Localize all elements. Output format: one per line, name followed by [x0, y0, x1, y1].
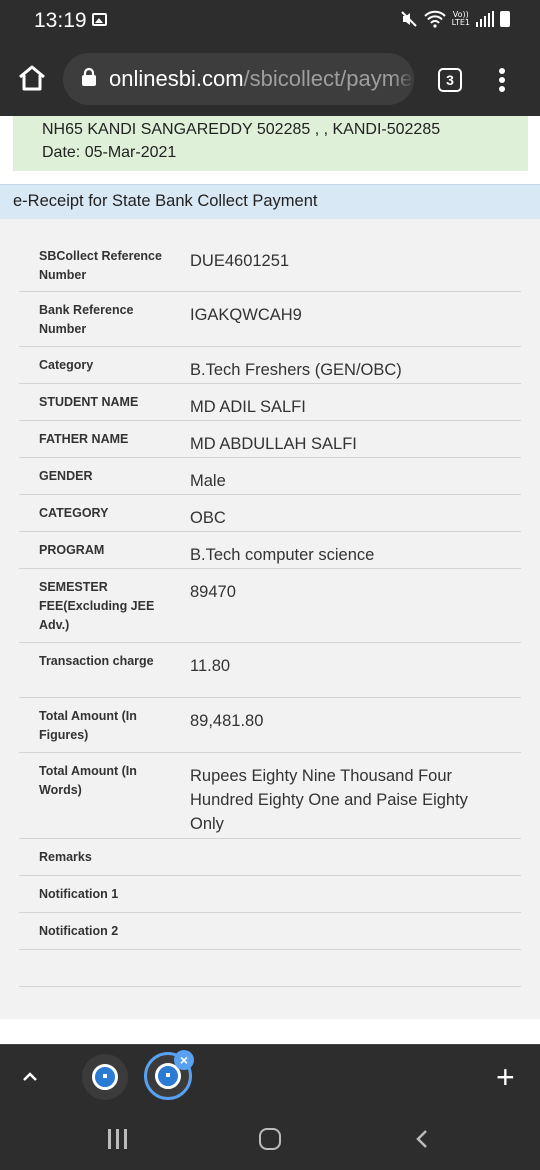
- table-row: PROGRAM B.Tech computer science: [19, 532, 521, 569]
- page-content: NH65 KANDI SANGAREDDY 502285 , , KANDI-5…: [0, 116, 540, 1044]
- row-label: PROGRAM: [39, 543, 105, 557]
- status-icons: Vo)) LTE1: [400, 10, 510, 28]
- row-value: 89470: [190, 583, 236, 601]
- tabs-button[interactable]: 3: [438, 68, 462, 92]
- row-label: Total Amount (In Words): [39, 764, 137, 797]
- row-label: STUDENT NAME: [39, 395, 139, 409]
- row-value: 11.80: [190, 657, 231, 675]
- status-bar: 13:19 Vo)) LTE1: [0, 0, 540, 42]
- url-fade: [394, 53, 414, 105]
- table-row: GENDER Male: [19, 458, 521, 495]
- row-value: B.Tech Freshers (GEN/OBC): [190, 361, 402, 379]
- row-label: FATHER NAME: [39, 432, 129, 446]
- sbi-logo-icon: [92, 1064, 118, 1090]
- volte-indicator: Vo)) LTE1: [451, 10, 470, 27]
- table-row: Category B.Tech Freshers (GEN/OBC): [19, 347, 521, 384]
- row-value: DUE4601251: [190, 252, 290, 270]
- receipt-title: e-Receipt for State Bank Collect Payment: [0, 184, 540, 219]
- status-time: 13:19: [34, 9, 87, 32]
- back-icon[interactable]: [414, 1129, 430, 1149]
- table-row: STUDENT NAME MD ADIL SALFI: [19, 384, 521, 421]
- table-row: SBCollect Reference Number DUE4601251: [19, 219, 521, 292]
- receipt-body: SBCollect Reference Number DUE4601251 Ba…: [0, 219, 540, 1019]
- date-line: Date: 05-Mar-2021: [42, 144, 177, 161]
- row-value: OBC: [190, 509, 226, 527]
- table-row: Bank Reference Number IGAKQWCAH9: [19, 292, 521, 347]
- row-value: MD ABDULLAH SALFI: [190, 435, 357, 453]
- table-row: Total Amount (In Figures) 89,481.80: [19, 698, 521, 753]
- row-value: B.Tech computer science: [190, 546, 375, 564]
- row-label: Notification 1: [39, 887, 119, 901]
- home-icon: [19, 65, 45, 91]
- row-label: CATEGORY: [39, 506, 109, 520]
- lock-icon: [82, 67, 96, 86]
- mute-icon: [400, 11, 417, 27]
- bottom-tab-bar: × +: [0, 1044, 540, 1108]
- table-row: FATHER NAME MD ABDULLAH SALFI: [19, 421, 521, 458]
- table-row: Notification 2: [19, 913, 521, 950]
- signal-icon: [476, 11, 494, 27]
- table-row: Transaction charge 11.80: [19, 643, 521, 698]
- recent-apps-icon[interactable]: [108, 1129, 127, 1149]
- home-button[interactable]: [14, 60, 50, 96]
- tab-count: 3: [446, 72, 454, 88]
- table-row: Total Amount (In Words) Rupees Eighty Ni…: [19, 753, 521, 839]
- close-icon[interactable]: ×: [174, 1050, 194, 1070]
- row-label: Remarks: [39, 850, 92, 864]
- sbi-tab-icon[interactable]: [82, 1054, 128, 1100]
- plus-icon[interactable]: +: [496, 1061, 515, 1093]
- url-bar[interactable]: onlinesbi.com/sbicollect/payme: [63, 53, 414, 105]
- table-row: Notification 1: [19, 876, 521, 913]
- address-box: NH65 KANDI SANGAREDDY 502285 , , KANDI-5…: [13, 116, 528, 171]
- wifi-icon: [423, 10, 446, 28]
- receipt-table: SBCollect Reference Number DUE4601251 Ba…: [19, 219, 521, 987]
- url-domain: onlinesbi.com: [109, 66, 244, 91]
- row-label: SEMESTER FEE(Excluding JEE Adv.): [39, 580, 155, 632]
- gallery-icon: [92, 13, 107, 26]
- row-value: MD ADIL SALFI: [190, 398, 306, 416]
- row-value: 89,481.80: [190, 712, 264, 730]
- row-value: IGAKQWCAH9: [190, 306, 302, 324]
- menu-icon[interactable]: [492, 64, 512, 96]
- table-row-empty: [19, 950, 521, 987]
- row-label: Total Amount (In Figures): [39, 709, 137, 742]
- row-label: Category: [39, 358, 94, 372]
- battery-icon: [500, 11, 510, 27]
- table-row: CATEGORY OBC: [19, 495, 521, 532]
- row-label: Notification 2: [39, 924, 119, 938]
- row-value: Rupees Eighty Nine Thousand Four Hundred…: [190, 767, 468, 833]
- row-label: Transaction charge: [39, 654, 154, 668]
- url-text: onlinesbi.com/sbicollect/payme: [109, 66, 412, 92]
- row-label: Bank Reference Number: [39, 303, 134, 336]
- chevron-up-icon[interactable]: [22, 1069, 38, 1085]
- home-nav-icon[interactable]: [259, 1128, 281, 1150]
- address-line: NH65 KANDI SANGAREDDY 502285 , , KANDI-5…: [42, 121, 441, 138]
- table-row: Remarks: [19, 839, 521, 876]
- url-path: /sbicollect/payme: [243, 66, 413, 91]
- row-label: GENDER: [39, 469, 93, 483]
- row-label: SBCollect Reference Number: [39, 249, 162, 282]
- nav-bar: [0, 1108, 540, 1170]
- browser-toolbar: onlinesbi.com/sbicollect/payme 3: [0, 42, 540, 116]
- table-row: SEMESTER FEE(Excluding JEE Adv.) 89470: [19, 569, 521, 643]
- row-value: Male: [190, 472, 226, 490]
